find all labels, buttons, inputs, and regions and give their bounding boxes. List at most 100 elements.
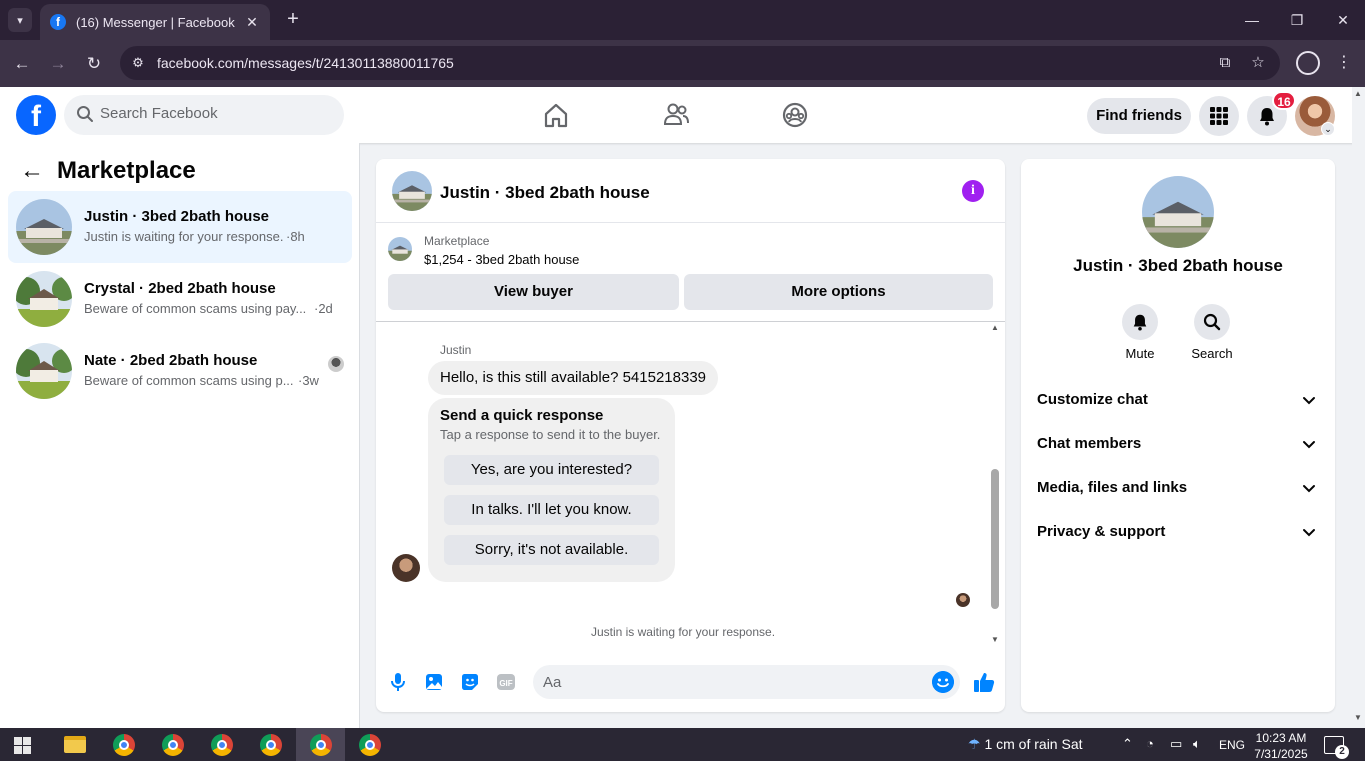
install-app-icon[interactable]: ⧉ (1215, 53, 1235, 73)
view-buyer-button[interactable]: View buyer (388, 274, 679, 310)
browser-menu-icon[interactable]: ⋮ (1334, 51, 1354, 75)
language-indicator[interactable]: ENG (1219, 738, 1245, 752)
tab-search-chevron-icon[interactable]: ▾ (8, 8, 32, 32)
back-arrow-icon[interactable]: ← (9, 51, 35, 77)
conversation-item-crystal[interactable]: Crystal · 2bed 2bath house Beware of com… (8, 263, 352, 335)
site-info-icon[interactable]: ⚙ (128, 53, 148, 73)
media-files-links-section[interactable]: Media, files and links (1029, 468, 1327, 508)
home-icon[interactable] (538, 97, 574, 133)
conversation-details-panel: Justin · 3bed 2bath house Mute Search Cu… (1021, 159, 1335, 712)
chrome-taskbar-icon[interactable] (148, 728, 197, 761)
chrome-taskbar-icon[interactable] (197, 728, 246, 761)
info-icon[interactable]: i (962, 180, 984, 202)
gif-icon[interactable]: GIF (495, 671, 517, 693)
clock-date[interactable]: 7/31/2025 (1253, 747, 1309, 761)
chat-scrollbar[interactable]: ▲ ▼ (989, 323, 1001, 649)
quick-response-not-available-button[interactable]: Sorry, it's not available. (444, 535, 659, 565)
minimize-icon[interactable]: — (1238, 8, 1266, 32)
sender-avatar[interactable] (392, 554, 420, 582)
notification-center-badge: 2 (1335, 745, 1349, 759)
window-close-icon[interactable]: ✕ (1329, 8, 1357, 32)
menu-grid-button[interactable] (1199, 96, 1239, 136)
conversation-title: Justin · 3bed 2bath house (84, 208, 270, 225)
chat-listing-thumbnail[interactable] (392, 171, 432, 211)
microphone-icon[interactable] (387, 671, 409, 693)
search-input[interactable] (100, 105, 330, 122)
section-label: Privacy & support (1037, 523, 1166, 540)
forward-arrow-icon[interactable]: → (45, 51, 71, 77)
message-bubble[interactable]: Hello, is this still available? 54152183… (428, 361, 719, 395)
windows-taskbar: ☂ 1 cm of rain Sat ⌃ ◔ ▭ 🔈︎ ENG 10:23 AM… (0, 728, 1365, 761)
volume-icon[interactable]: 🔈︎ (1193, 736, 1201, 752)
scroll-thumb[interactable] (991, 469, 999, 609)
scroll-up-arrow-icon[interactable]: ▲ (990, 323, 1000, 333)
facebook-logo-icon[interactable]: f (16, 95, 56, 135)
find-friends-button[interactable]: Find friends (1087, 98, 1191, 134)
details-listing-thumbnail (1142, 176, 1214, 248)
chat-title[interactable]: Justin · 3bed 2bath house (440, 183, 650, 203)
scroll-down-arrow-icon[interactable]: ▼ (1354, 713, 1362, 722)
search-in-conversation-button[interactable]: Search (1182, 304, 1242, 361)
windows-start-icon[interactable] (14, 737, 31, 754)
bookmark-star-icon[interactable]: ☆ (1248, 53, 1268, 73)
weather-widget[interactable]: ☂ 1 cm of rain Sat (968, 736, 1083, 753)
battery-icon[interactable]: ▭ (1170, 736, 1182, 752)
facebook-favicon-icon: f (50, 14, 66, 30)
tab-title: (16) Messenger | Facebook (76, 14, 235, 30)
quick-response-yes-button[interactable]: Yes, are you interested? (444, 455, 659, 485)
scroll-up-arrow-icon[interactable]: ▲ (1354, 89, 1362, 98)
more-options-button[interactable]: More options (684, 274, 993, 310)
mute-label: Mute (1125, 346, 1155, 361)
tab-close-icon[interactable]: ✕ (244, 14, 260, 31)
file-explorer-taskbar-icon[interactable] (50, 728, 99, 761)
seen-receipt-avatar (956, 593, 970, 607)
browser-profile-icon[interactable] (1296, 51, 1320, 75)
account-chevron-down-icon[interactable]: ⌄ (1321, 122, 1335, 136)
thumbs-up-icon[interactable] (972, 670, 996, 694)
message-input[interactable] (543, 674, 923, 691)
groups-icon[interactable] (777, 97, 813, 133)
page-scrollbar[interactable]: ▲ ▼ (1352, 87, 1365, 728)
new-tab-plus-icon[interactable]: + (282, 8, 304, 32)
quick-response-in-talks-button[interactable]: In talks. I'll let you know. (444, 495, 659, 525)
chrome-icon (210, 733, 233, 756)
chrome-taskbar-icon[interactable] (246, 728, 295, 761)
chevron-down-icon (1303, 485, 1315, 493)
emoji-icon[interactable] (932, 671, 954, 693)
url-text[interactable]: facebook.com/messages/t/2413011388001176… (157, 55, 454, 71)
svg-text:GIF: GIF (499, 679, 512, 688)
menu-grid-icon (1210, 107, 1228, 125)
chat-members-section[interactable]: Chat members (1029, 424, 1327, 464)
notification-badge: 16 (1272, 91, 1296, 110)
restore-icon[interactable]: ❐ (1283, 8, 1311, 32)
chrome-taskbar-icon[interactable] (345, 728, 394, 761)
search-icon (1203, 313, 1221, 331)
customize-chat-section[interactable]: Customize chat (1029, 380, 1327, 420)
chrome-taskbar-icon-active[interactable] (296, 728, 345, 761)
sticker-icon[interactable] (459, 671, 481, 693)
scroll-down-arrow-icon[interactable]: ▼ (990, 635, 1000, 645)
facebook-search[interactable] (64, 95, 344, 135)
clock-time[interactable]: 10:23 AM (1255, 731, 1307, 745)
back-arrow-icon[interactable]: ← (20, 159, 44, 184)
chevron-up-icon[interactable]: ⌃ (1122, 736, 1133, 752)
friends-icon[interactable] (658, 97, 694, 133)
reload-icon[interactable]: ↻ (81, 51, 107, 77)
chat-panel: Justin · 3bed 2bath house i Marketplace … (376, 159, 1005, 712)
conversation-item-nate[interactable]: Nate · 2bed 2bath house Beware of common… (8, 335, 352, 407)
umbrella-icon: ☂ (968, 736, 981, 752)
message-composer[interactable] (533, 665, 960, 699)
chrome-icon (112, 733, 135, 756)
address-bar[interactable]: ⚙ facebook.com/messages/t/24130113880011… (120, 46, 1280, 80)
photo-icon[interactable] (423, 671, 445, 693)
conversation-item-justin[interactable]: Justin · 3bed 2bath house Justin is wait… (8, 191, 352, 263)
listing-price-title[interactable]: $1,254 - 3bed 2bath house (424, 252, 579, 267)
quick-response-card: Send a quick response Tap a response to … (428, 398, 675, 582)
wifi-icon[interactable]: ◔ (1146, 736, 1154, 751)
chrome-taskbar-icon[interactable] (99, 728, 148, 761)
mute-button[interactable]: Mute (1110, 304, 1170, 361)
browser-tab-messenger[interactable]: f (16) Messenger | Facebook ✕ (40, 4, 270, 40)
privacy-support-section[interactable]: Privacy & support (1029, 512, 1327, 552)
chrome-icon (259, 733, 282, 756)
listing-thumbnail (16, 343, 72, 399)
